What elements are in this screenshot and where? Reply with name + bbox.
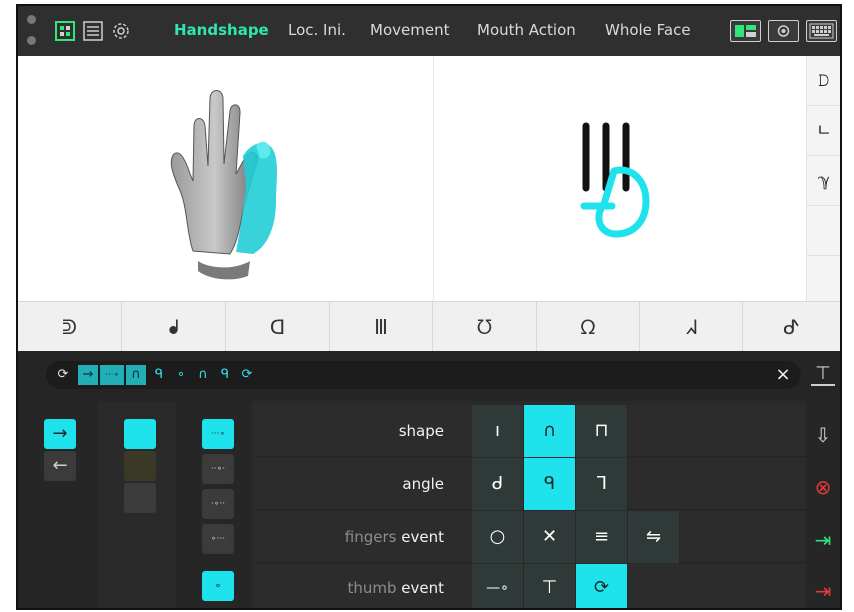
position-option-2[interactable]: ··∘· [202, 454, 234, 484]
handshape-option-1[interactable]: ᕲ [18, 302, 122, 352]
swatch-olive[interactable] [124, 451, 156, 481]
row-fingers-event: fingers event ○ ✕ ≡ ⇋ [254, 511, 806, 563]
side-symbol-3[interactable]: ℽ [807, 156, 840, 206]
handshape-option-5[interactable]: ᘮ [433, 302, 537, 352]
tab-loc-ini[interactable]: Loc. Ini. [288, 21, 346, 39]
close-icon[interactable]: × [772, 361, 794, 389]
tab-movement[interactable]: Movement [370, 21, 449, 39]
export-icon[interactable]: ⇩ [806, 423, 840, 447]
sequence-item-1[interactable]: → [78, 365, 98, 385]
row-thumb-event: thumb event —∘ ⊤ ⟳ [254, 564, 806, 608]
hand-3d-view[interactable] [18, 56, 433, 301]
handshape-option-6[interactable]: ᘯ [537, 302, 640, 352]
angle-option-1[interactable]: ᑯ [472, 458, 524, 510]
window-close-dot[interactable] [27, 15, 36, 24]
row-angle: angle ᑯ ᑫ ᒣ [254, 458, 806, 510]
sequence-item-5[interactable]: ∘ [170, 361, 192, 389]
tab-mouth-action[interactable]: Mouth Action [477, 21, 576, 39]
position-option-1[interactable]: ···∘ [202, 419, 234, 449]
refresh-icon[interactable]: ⟳ [52, 361, 74, 389]
handshape-notation-glyph [580, 122, 650, 238]
grid-view-icon[interactable] [54, 20, 76, 42]
thumb-option-2[interactable]: ⊤ [524, 564, 576, 608]
notation-view[interactable] [434, 56, 806, 301]
direction-column: → ← [18, 401, 98, 608]
fingers-option-lines[interactable]: ≡ [576, 511, 628, 563]
handshape-option-4[interactable]: Ⅲ [330, 302, 433, 352]
keyboard-icon[interactable] [806, 20, 837, 42]
camera-icon[interactable] [768, 20, 799, 42]
shape-option-straight[interactable]: ı [472, 405, 524, 457]
sequence-item-7[interactable]: ᑫ [214, 361, 236, 389]
row-label: shape [398, 422, 444, 440]
side-symbol-column: 𝙳 ㄴ ℽ [806, 56, 840, 301]
handshape-option-3[interactable]: ᗡ [226, 302, 330, 352]
sequence-item-2[interactable]: ···∘ [100, 365, 124, 385]
row-label: angle [402, 475, 444, 493]
handshape-strip: ᕲ ᖱ ᗡ Ⅲ ᘮ ᘯ ᖽ ᕷ [18, 301, 840, 352]
swatch-cyan[interactable] [124, 419, 156, 449]
layout-toggle-icon[interactable] [730, 20, 761, 42]
hand-3d-model [170, 90, 277, 280]
side-symbol-4[interactable] [807, 206, 840, 256]
sequence-item-3[interactable]: ∩ [126, 365, 146, 385]
sequence-item-4[interactable]: ᑫ [148, 361, 170, 389]
tab-whole-face[interactable]: Whole Face [605, 21, 691, 39]
position-column: ···∘ ··∘· ·∘·· ∘··· ∘ [176, 401, 252, 608]
sequence-item-8[interactable]: ⟳ [236, 361, 258, 389]
side-symbol-2[interactable]: ㄴ [807, 106, 840, 156]
direction-back-button[interactable]: ← [44, 451, 76, 481]
swatch-column [100, 401, 174, 608]
tab-handshape[interactable]: Handshape [174, 21, 269, 39]
window-min-dot[interactable] [27, 36, 36, 45]
shape-option-curved[interactable]: ∩ [524, 405, 576, 457]
row-label: thumb event [347, 579, 444, 597]
swatch-grey[interactable] [124, 483, 156, 513]
top-bar: Handshape Loc. Ini. Movement Mouth Actio… [18, 6, 840, 56]
list-view-icon[interactable] [82, 20, 104, 42]
settings-icon[interactable] [110, 20, 132, 42]
row-shape: shape ı ∩ ⊓ [254, 405, 806, 457]
sequence-bar: ⟳ → ···∘ ∩ ᑫ ∘ ∩ ᑫ ⟳ × [46, 361, 801, 389]
shape-option-bent[interactable]: ⊓ [576, 405, 628, 457]
exit-icon[interactable]: ⇥ [806, 528, 840, 552]
direction-forward-button[interactable]: → [44, 419, 76, 449]
position-option-3[interactable]: ·∘·· [202, 489, 234, 519]
handshape-option-2[interactable]: ᖱ [122, 302, 226, 352]
position-option-5[interactable]: ∘ [202, 571, 234, 601]
parameter-panel: → ← ···∘ ··∘· ·∘·· ∘··· ∘ shape ı ∩ ⊓ an [18, 401, 840, 608]
row-label: fingers event [344, 528, 444, 546]
collapse-icon[interactable]: ⊤ [811, 363, 835, 386]
side-symbol-1[interactable]: 𝙳 [807, 56, 840, 106]
app-window: Handshape Loc. Ini. Movement Mouth Actio… [16, 4, 842, 610]
angle-option-3[interactable]: ᒣ [576, 458, 628, 510]
fingers-option-swap[interactable]: ⇋ [628, 511, 680, 563]
action-column: ⇩ ⊗ ⇥ ⇥ [806, 401, 840, 608]
position-option-4[interactable]: ∘··· [202, 524, 234, 554]
sequence-bar-area: ⟳ → ···∘ ∩ ᑫ ∘ ∩ ᑫ ⟳ × ⊤ [18, 351, 840, 401]
thumb-option-1[interactable]: —∘ [472, 564, 524, 608]
cancel-icon[interactable]: ⊗ [806, 475, 840, 499]
fingers-option-cross[interactable]: ✕ [524, 511, 576, 563]
handshape-option-8[interactable]: ᕷ [743, 302, 840, 352]
thumb-option-3[interactable]: ⟳ [576, 564, 628, 608]
sequence-item-6[interactable]: ∩ [192, 361, 214, 389]
fingers-option-circle[interactable]: ○ [472, 511, 524, 563]
handshape-option-7[interactable]: ᖽ [640, 302, 743, 352]
angle-option-2[interactable]: ᑫ [524, 458, 576, 510]
exit-all-icon[interactable]: ⇥ [806, 579, 840, 603]
